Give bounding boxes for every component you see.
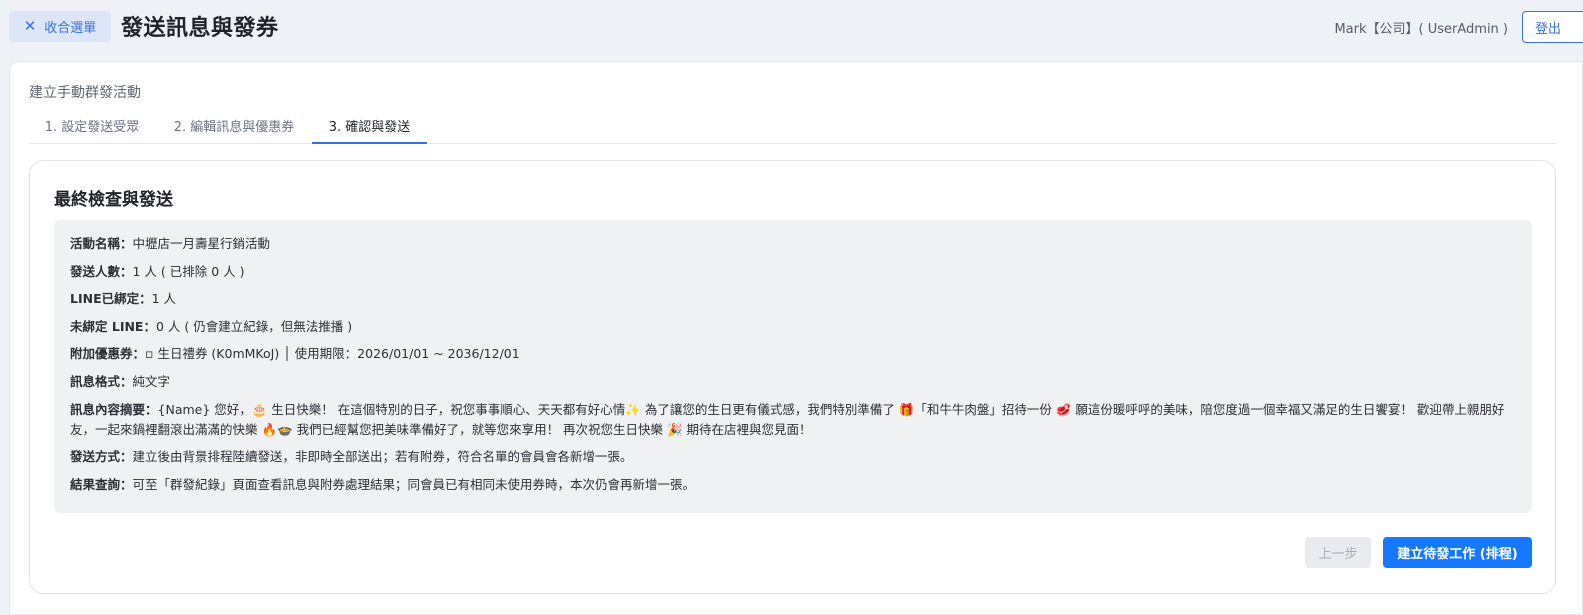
logout-button[interactable]: 登出 (1522, 11, 1583, 43)
row-line-unbound: 未綁定 LINE：0 人 ( 仍會建立紀錄，但無法推播 ) (70, 318, 353, 334)
review-title: 最終檢查與發送 (54, 190, 173, 210)
collapse-menu-label: 收合選單 (44, 21, 97, 36)
tab-step-3[interactable]: 3. 確認與發送 (312, 106, 427, 144)
main-card: 建立手動群發活動 1. 設定發送受眾 2. 編輯訊息與優惠券 3. 確認與發送 … (9, 61, 1583, 615)
top-bar: ✕ 收合選單 發送訊息與發券 Mark【公司】( UserAdmin ) 登出 (0, 0, 1583, 56)
tab-step-1[interactable]: 1. 設定發送受眾 (29, 106, 155, 144)
row-activity-name: 活動名稱：中壢店一月壽星行銷活動 (70, 236, 271, 251)
row-line-bound: LINE已綁定：1 人 (70, 291, 177, 307)
tab-step-2[interactable]: 2. 編輯訊息與優惠券 (157, 106, 311, 144)
section-title: 建立手動群發活動 (29, 85, 141, 101)
step-tabs: 1. 設定發送受眾 2. 編輯訊息與優惠券 3. 確認與發送 (29, 106, 1556, 144)
row-format: 訊息格式：純文字 (70, 373, 171, 389)
user-info: Mark【公司】( UserAdmin ) (1334, 22, 1508, 37)
row-send-method: 發送方式：建立後由背景排程陸續發送，非即時全部送出；若有附券，符合名單的會員會各… (70, 449, 633, 465)
row-send-count: 發送人數：1 人 ( 已排除 0 人 ) (70, 263, 245, 279)
collapse-menu-button[interactable]: ✕ 收合選單 (9, 11, 111, 42)
row-result-query: 結果查詢：可至「群發紀錄」頁面查看訊息與附券處理結果；同會員已有相同未使用券時，… (70, 476, 696, 492)
summary-box: 活動名稱：中壢店一月壽星行銷活動 發送人數：1 人 ( 已排除 0 人 ) LI… (54, 220, 1532, 513)
close-icon: ✕ (23, 17, 37, 35)
row-content-summary: 訊息內容摘要：{Name} 您好，🎂 生日快樂！ 在這個特別的日子，祝您事事順心… (70, 401, 1505, 437)
page-title: 發送訊息與發券 (121, 16, 279, 41)
create-job-button[interactable]: 建立待發工作 (排程) (1383, 537, 1532, 568)
review-card: 最終檢查與發送 活動名稱：中壢店一月壽星行銷活動 發送人數：1 人 ( 已排除 … (29, 160, 1556, 594)
prev-step-button[interactable]: 上一步 (1305, 537, 1371, 568)
row-coupon: 附加優惠券：▫ 生日禮券 (K0mMKoJ) │ 使用期限：2026/01/01… (70, 346, 520, 362)
